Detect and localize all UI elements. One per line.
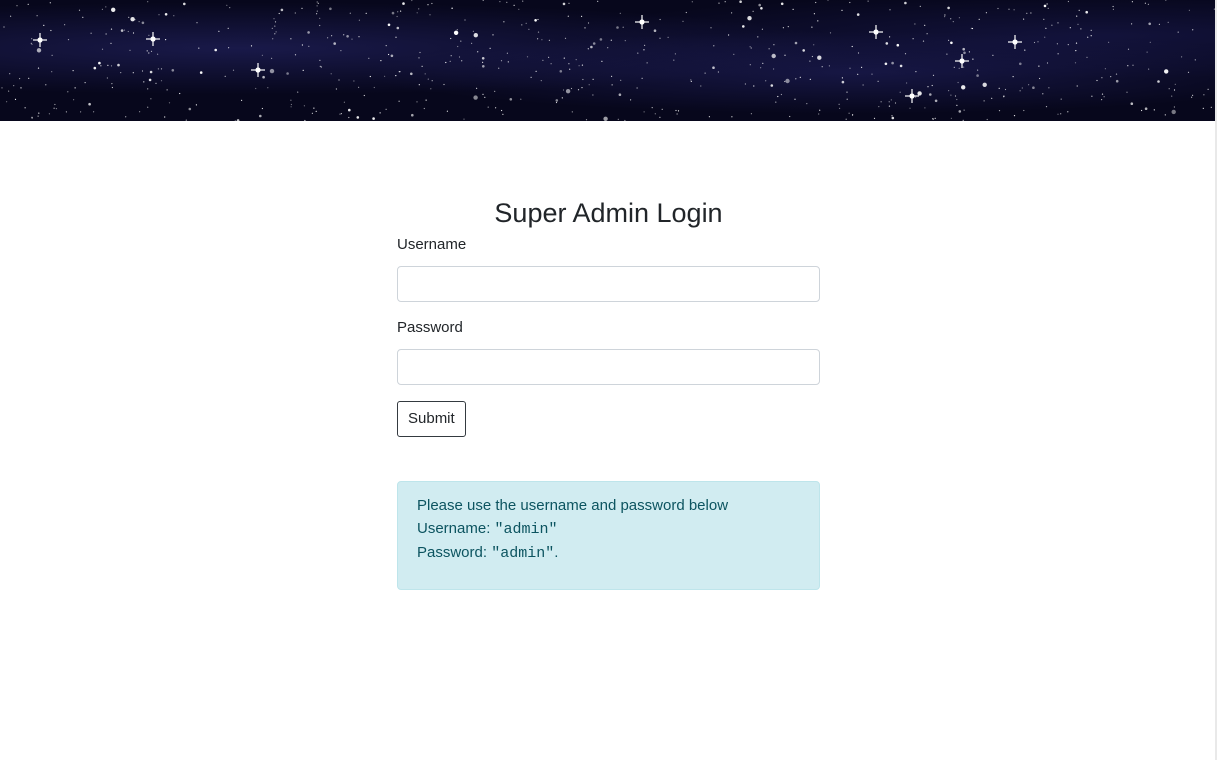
- info-username-prefix: Username:: [417, 520, 495, 537]
- login-form: Super Admin Login Username Password Subm…: [397, 196, 820, 437]
- page: Super Admin Login Username Password Subm…: [0, 0, 1217, 760]
- password-input[interactable]: [397, 349, 820, 385]
- info-password-line: Password: "admin".: [417, 541, 800, 565]
- info-password-suffix: .: [554, 544, 559, 561]
- info-username-code: "admin": [494, 521, 558, 538]
- info-password-prefix: Password:: [417, 544, 492, 561]
- info-password-code: "admin": [491, 545, 555, 562]
- credentials-info-alert: Please use the username and password bel…: [397, 481, 820, 590]
- submit-button[interactable]: Submit: [397, 401, 466, 437]
- info-intro: Please use the username and password bel…: [417, 497, 729, 514]
- username-input[interactable]: [397, 266, 820, 302]
- starfield-image: [1, 0, 1215, 121]
- password-label: Password: [397, 319, 463, 336]
- info-username-line: Username: "admin": [417, 517, 800, 541]
- username-label: Username: [397, 236, 467, 253]
- page-title: Super Admin Login: [494, 198, 723, 228]
- starfield-banner: [0, 0, 1215, 121]
